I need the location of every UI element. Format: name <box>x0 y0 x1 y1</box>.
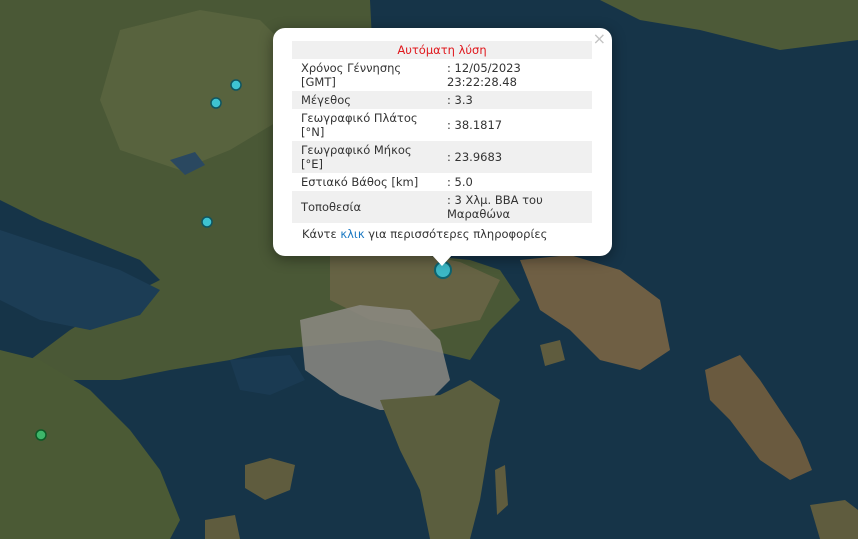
close-icon[interactable]: × <box>593 31 606 47</box>
origin-time-label: Χρόνος Γέννησης [GMT] <box>301 61 402 89</box>
latitude-value: : 38.1817 <box>447 118 503 132</box>
earthquake-info-table: Αυτόματη λύση Χρόνος Γέννησης [GMT] : 12… <box>292 41 592 223</box>
longitude-value: : 23.9683 <box>438 141 592 173</box>
earthquake-info-popup: × Αυτόματη λύση Χρόνος Γέννησης [GMT] : … <box>273 28 612 266</box>
more-info-link[interactable]: κλικ <box>340 227 364 241</box>
magnitude-value: : 3.3 <box>438 91 592 109</box>
table-header-row: Αυτόματη λύση <box>292 41 592 59</box>
location-value: : 3 Χλμ. ΒΒΑ του Μαραθώνα <box>438 191 592 223</box>
earthquake-marker[interactable] <box>230 79 242 91</box>
table-row: Μέγεθος : 3.3 <box>292 91 592 109</box>
longitude-label: Γεωγραφικό Μήκος [°E] <box>292 141 438 173</box>
origin-time-value: : 12/05/2023 23:22:28.48 <box>447 61 521 89</box>
table-row: Τοποθεσία : 3 Χλμ. ΒΒΑ του Μαραθώνα <box>292 191 592 223</box>
more-info-prefix: Κάντε <box>302 227 337 241</box>
more-info-text: Κάντε κλικ για περισσότερες πληροφορίες <box>302 227 547 241</box>
table-row: Γεωγραφικό Πλάτος [°N] : 38.1817 <box>292 109 592 141</box>
more-info-suffix: για περισσότερες πληροφορίες <box>368 227 548 241</box>
depth-value: : 5.0 <box>447 175 473 189</box>
earthquake-marker[interactable] <box>35 429 47 441</box>
table-row: Χρόνος Γέννησης [GMT] : 12/05/2023 23:22… <box>292 59 592 91</box>
popup-tip <box>431 254 453 266</box>
popup-header: Αυτόματη λύση <box>292 41 592 59</box>
table-row: Γεωγραφικό Μήκος [°E] : 23.9683 <box>292 141 592 173</box>
depth-label: Εστιακό Βάθος [km] <box>301 175 419 189</box>
earthquake-marker[interactable] <box>201 216 213 228</box>
location-label: Τοποθεσία <box>292 191 438 223</box>
table-row: Εστιακό Βάθος [km] : 5.0 <box>292 173 592 191</box>
earthquake-marker[interactable] <box>210 97 222 109</box>
magnitude-label: Μέγεθος <box>292 91 438 109</box>
latitude-label: Γεωγραφικό Πλάτος [°N] <box>301 111 418 139</box>
